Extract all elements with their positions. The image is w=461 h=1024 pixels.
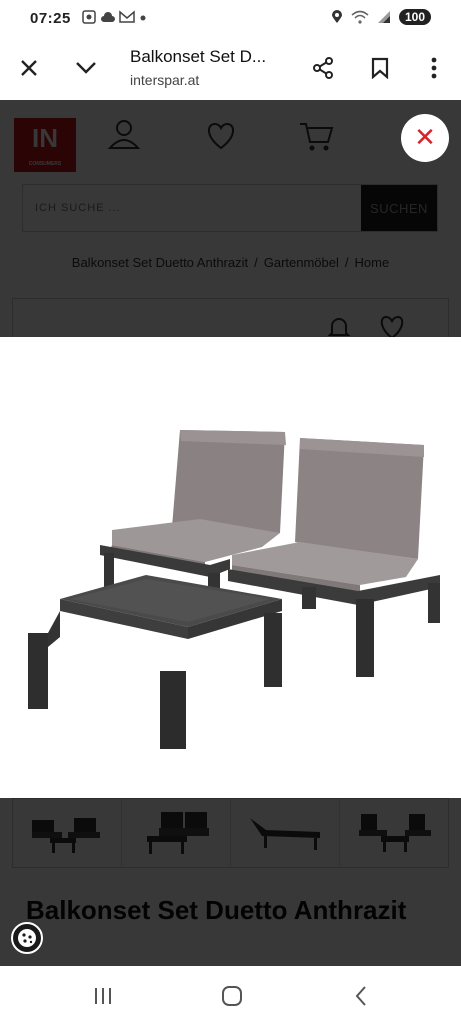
breadcrumb-item-home[interactable]: Home [355,255,390,270]
breadcrumb-item-category[interactable]: Gartenmöbel [264,255,339,270]
page-url[interactable]: interspar.at [130,72,199,88]
product-image [28,430,440,749]
location-icon [331,10,342,23]
bookmark-icon[interactable] [364,52,396,84]
thumb-set-small [32,818,100,853]
gmail-icon [119,10,135,23]
back-icon[interactable] [346,982,376,1010]
thumbnail-2[interactable] [122,799,231,867]
close-icon[interactable] [13,52,45,84]
search-bar: SUCHEN [22,184,438,232]
web-page: IN CONSUMERS SUCHEN Balkonset Set Duetto… [0,100,461,966]
cart-icon[interactable] [296,116,336,156]
thumbnail-strip [12,798,449,868]
thumb-lounger [250,818,320,850]
thumbnail-1[interactable] [13,799,122,867]
lightbox-image [0,337,461,798]
more-vert-icon[interactable] [418,52,450,84]
page-title: Balkonset Set D... [130,47,267,66]
heart-icon[interactable] [201,116,241,156]
cloud-icon [100,12,115,22]
dot-icon [140,15,146,21]
breadcrumb: Balkonset Set Duetto Anthrazit / Gartenmöb… [0,255,461,270]
thumbnail-4[interactable] [340,799,448,867]
browser-toolbar: Balkonset Set D... interspar.at [0,38,461,100]
battery-level: 100 [398,9,431,25]
breadcrumb-item-product[interactable]: Balkonset Set Duetto Anthrazit [72,255,248,270]
search-button[interactable]: SUCHEN [361,185,437,231]
status-bar: 07:25 100 [0,0,461,38]
cookie-settings-button[interactable] [11,922,43,954]
status-right: 100 [331,9,431,25]
status-time: 07:25 [30,10,71,27]
site-logo[interactable]: IN CONSUMERS [14,118,76,172]
product-title: Balkonset Set Duetto Anthrazit [26,895,407,925]
screenshot-icon [82,10,96,24]
user-icon[interactable] [104,116,144,156]
site-header: IN CONSUMERS [0,100,461,178]
lightbox-close-button[interactable]: ✕ [401,114,449,162]
chevron-down-icon[interactable] [70,52,102,84]
share-icon[interactable] [307,52,339,84]
logo-subtext: CONSUMERS [28,161,62,167]
wifi-icon [351,10,369,24]
thumbnail-3[interactable] [231,799,340,867]
signal-icon [377,11,390,23]
recents-icon[interactable] [88,982,118,1010]
logo-text: IN [32,123,58,153]
search-input[interactable] [23,185,363,231]
thumb-set-front [147,812,209,854]
breadcrumb-separator: / [254,255,258,270]
breadcrumb-separator: / [344,255,349,270]
system-nav-bar [0,966,461,1024]
cookie-icon [18,929,36,947]
thumb-set-side [359,814,431,852]
home-icon[interactable] [217,982,247,1010]
status-left-icons [82,10,147,27]
